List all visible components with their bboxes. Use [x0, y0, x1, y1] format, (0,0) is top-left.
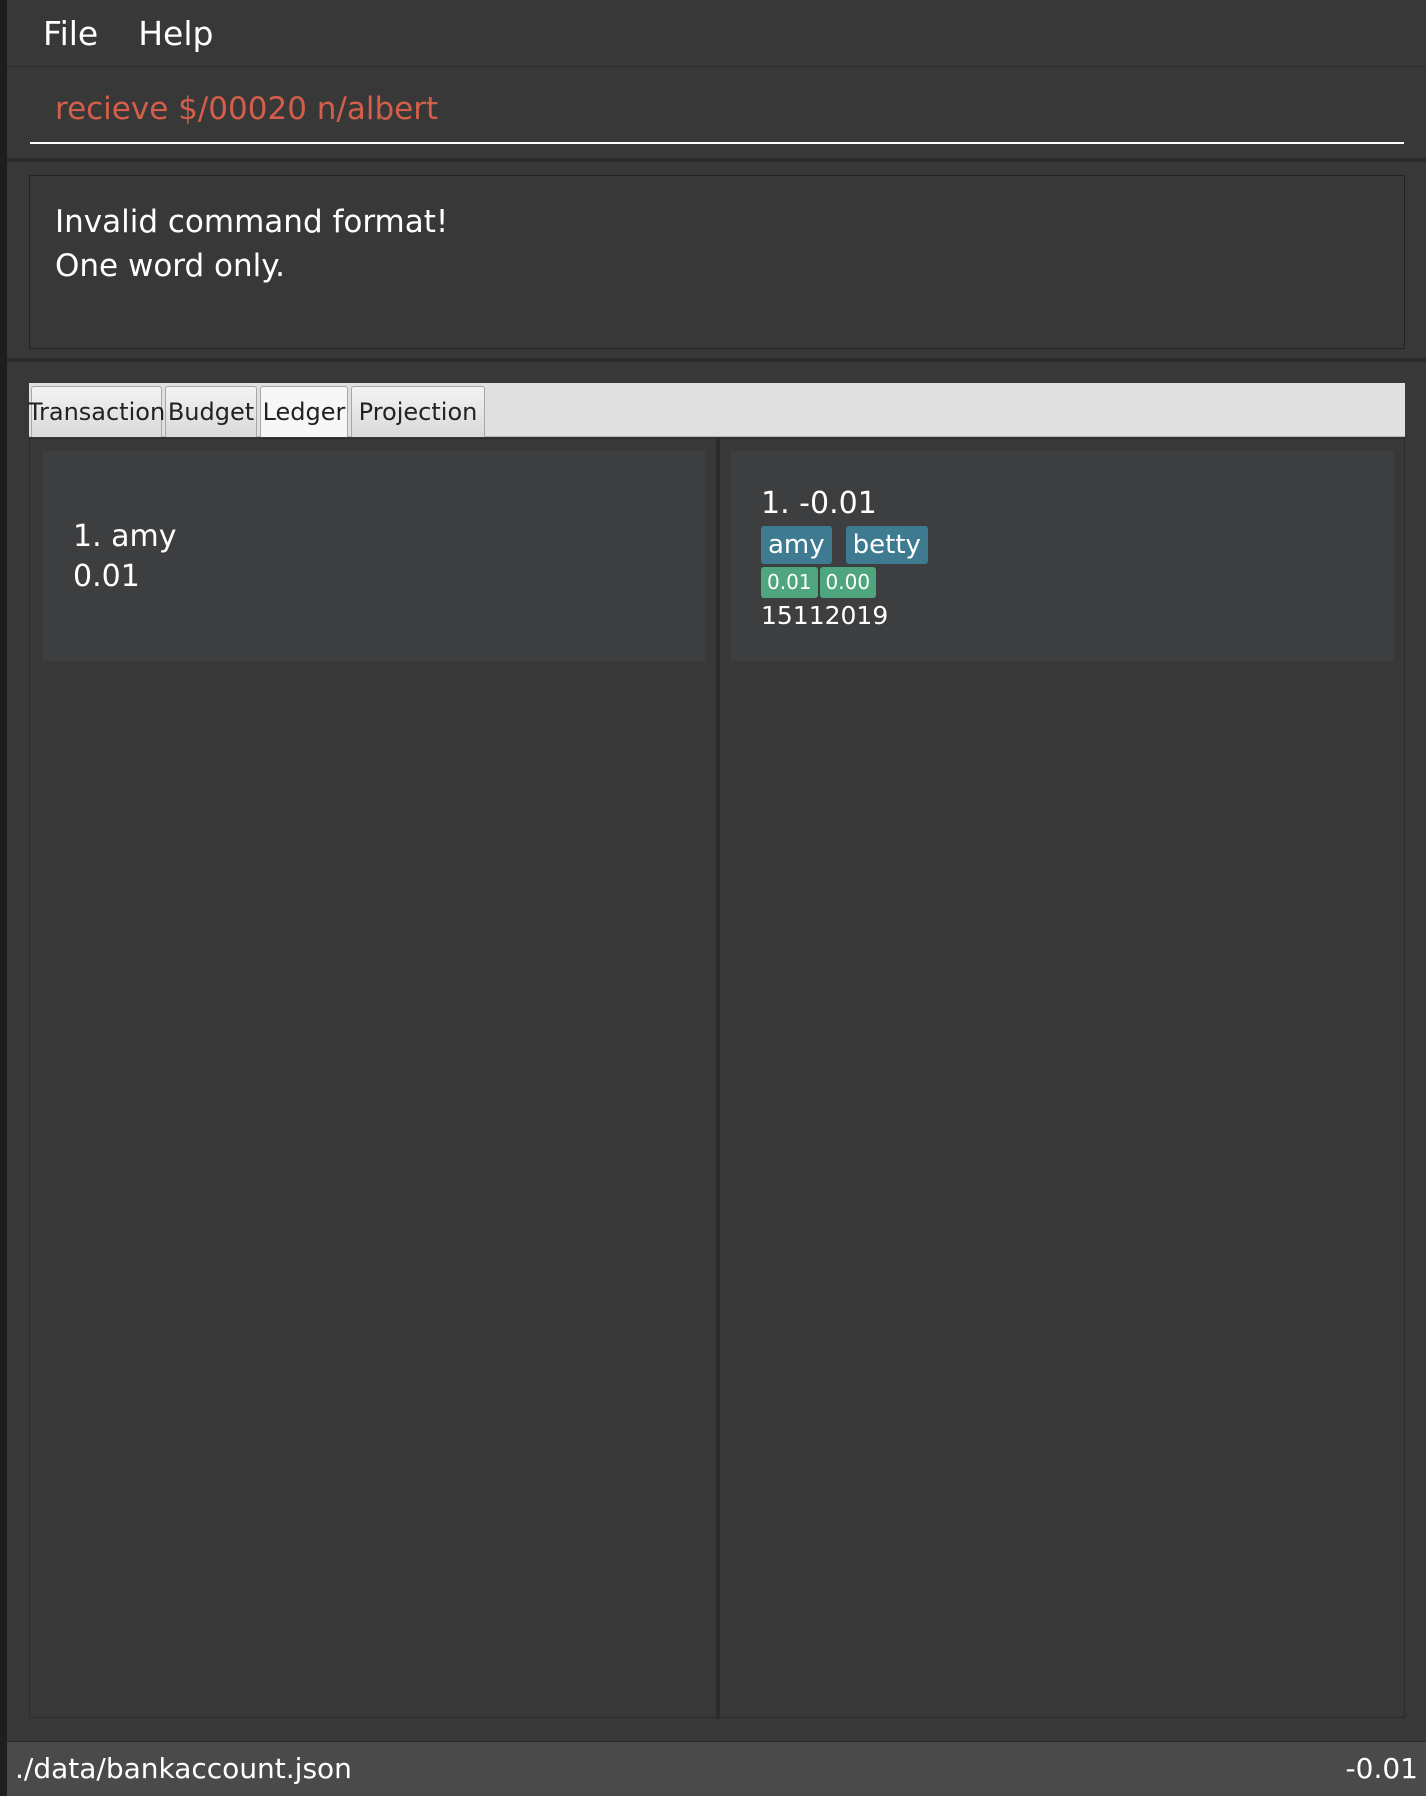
- tab-pane: Transaction Budget Ledger Projection 1. …: [28, 383, 1405, 1719]
- person-tag-amy: amy: [761, 526, 832, 564]
- tab-transaction[interactable]: Transaction: [28, 386, 165, 437]
- command-box: [7, 68, 1426, 162]
- ledger-content: 1. amy 0.01 1. -0.01 amy betty 0.01 0.00…: [29, 438, 1405, 1719]
- amount-tag-2: 0.00: [819, 567, 877, 598]
- menu-file[interactable]: File: [23, 0, 118, 67]
- tab-projection[interactable]: Projection: [351, 386, 485, 437]
- transaction-card[interactable]: 1. -0.01 amy betty 0.01 0.00 15112019: [731, 451, 1394, 661]
- transaction-amount-tags: 0.01 0.00: [761, 567, 877, 598]
- person-card[interactable]: 1. amy 0.01: [42, 451, 705, 661]
- result-display: Invalid command format! One word only.: [7, 166, 1426, 362]
- transaction-date: 15112019: [761, 601, 889, 630]
- amount-tag-1: 0.01: [761, 567, 818, 598]
- person-tag-betty: betty: [845, 526, 928, 564]
- command-input[interactable]: [30, 76, 1404, 144]
- result-line-2: One word only.: [55, 248, 286, 284]
- file-path: ./data/bankaccount.json: [15, 1752, 352, 1785]
- balance: -0.01: [1345, 1752, 1418, 1785]
- person-name: 1. amy: [73, 519, 177, 554]
- menu-help[interactable]: Help: [118, 0, 233, 67]
- tab-budget[interactable]: Budget: [165, 386, 257, 437]
- main-window: File Help Invalid command format! One wo…: [0, 0, 1426, 1796]
- column-divider[interactable]: [716, 439, 720, 1719]
- transaction-people-tags: amy betty: [761, 526, 928, 564]
- menu-bar: File Help: [7, 0, 1426, 67]
- person-amount: 0.01: [73, 559, 140, 594]
- result-text-area[interactable]: Invalid command format! One word only.: [29, 175, 1405, 349]
- tab-ledger[interactable]: Ledger: [260, 386, 348, 437]
- status-bar: ./data/bankaccount.json -0.01: [7, 1741, 1426, 1796]
- transaction-title: 1. -0.01: [761, 486, 877, 521]
- window-edge: [0, 0, 7, 1796]
- tab-header: Transaction Budget Ledger Projection: [28, 383, 1405, 437]
- result-line-1: Invalid command format!: [55, 204, 449, 240]
